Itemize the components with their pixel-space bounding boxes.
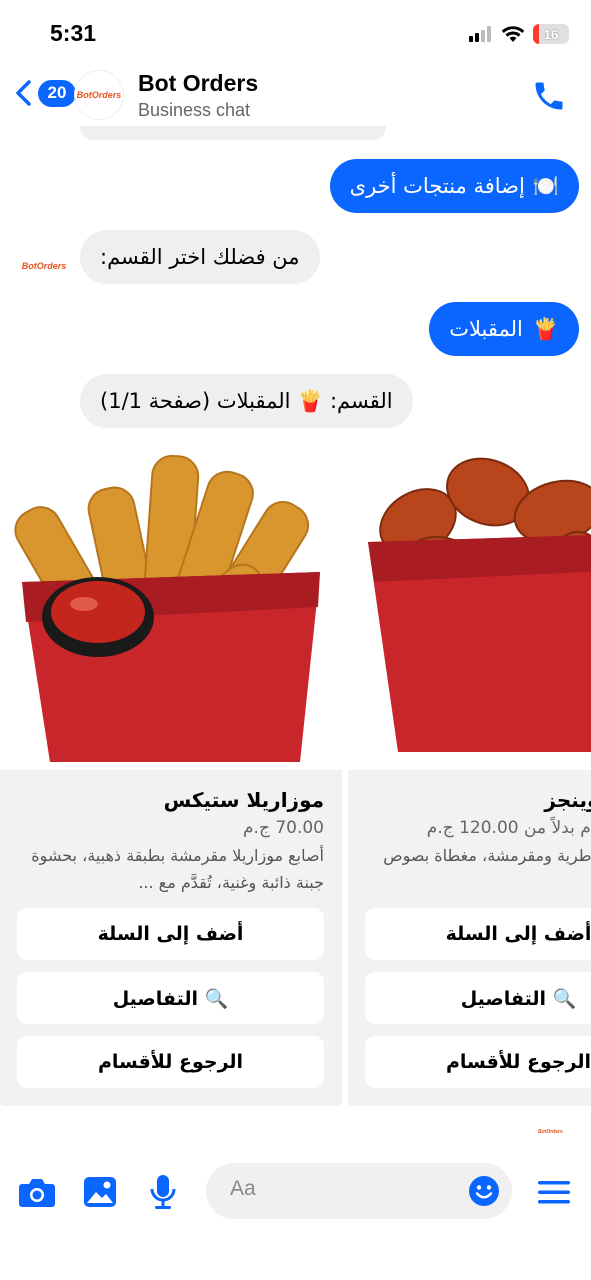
message-text: المقبلات: [449, 317, 523, 341]
back-button[interactable]: 20: [12, 78, 76, 108]
message-input[interactable]: Aa: [206, 1163, 512, 1219]
fries-emoji-icon: 🍟: [532, 316, 559, 341]
product-price: 70.00 ج.م: [243, 818, 324, 838]
gallery-button[interactable]: [80, 1172, 120, 1212]
business-logo: BotOrders: [76, 90, 122, 100]
incoming-message[interactable]: القسم: 🍟 المقبلات (صفحة 1/1): [80, 374, 413, 428]
product-carousel[interactable]: موزاريلا ستيكس 70.00 ج.م أصابع موزاريلا …: [0, 432, 591, 1108]
wifi-icon: [501, 26, 525, 42]
hamburger-menu-icon: [538, 1181, 570, 1204]
composer-bar: Aa: [0, 1150, 591, 1230]
voice-button[interactable]: [143, 1172, 183, 1212]
outgoing-message[interactable]: 🍽️ إضافة منتجات أخرى: [329, 159, 579, 213]
message-text: إضافة منتجات أخرى: [349, 174, 525, 198]
phone-icon[interactable]: [531, 78, 567, 114]
battery-indicator: 16: [533, 24, 569, 44]
back-to-categories-button[interactable]: الرجوع للأقسام: [365, 1036, 591, 1088]
details-button[interactable]: 🔍 التفاصيل: [365, 972, 591, 1024]
bot-logo: BotOrders: [21, 261, 67, 271]
bot-logo: BotOrders: [538, 1129, 563, 1135]
message-text: القسم: 🍟 المقبلات (صفحة 1/1): [100, 388, 393, 413]
message-input-placeholder: Aa: [230, 1177, 256, 1200]
product-card: تشيكن وينجز 110.00 ج.م بدلاً من 120.00 ج…: [348, 432, 591, 1106]
image-icon: [84, 1177, 116, 1207]
bot-small-avatar: BotOrders: [538, 1118, 563, 1136]
chat-title[interactable]: Bot Orders: [138, 70, 258, 97]
chat-header: 20 BotOrders Bot Orders Business chat: [0, 64, 591, 126]
product-details: موزاريلا ستيكس 70.00 ج.م أصابع موزاريلا …: [0, 770, 342, 1088]
incoming-message[interactable]: من فضلك اختر القسم:: [80, 230, 320, 284]
microphone-icon: [150, 1175, 176, 1209]
business-avatar[interactable]: BotOrders: [74, 70, 124, 120]
status-bar: 5:31 16: [0, 0, 591, 64]
battery-level: 16: [543, 26, 559, 42]
add-to-cart-button[interactable]: أضف إلى السلة: [365, 908, 591, 960]
product-description: أصابع موزاريلا مقرمشة بطبقة ذهبية، بحشوة…: [31, 846, 324, 892]
product-image-mozzarella: [0, 432, 342, 770]
message-text: من فضلك اختر القسم:: [100, 245, 300, 269]
previous-message-bubble: [80, 126, 386, 140]
add-to-cart-button[interactable]: أضف إلى السلة: [17, 908, 324, 960]
product-details: تشيكن وينجز 110.00 ج.م بدلاً من 120.00 ج…: [348, 770, 591, 1088]
chat-subtitle: Business chat: [138, 100, 251, 120]
product-name: تشيكن وينجز: [544, 788, 591, 812]
product-price: 110.00 ج.م بدلاً من 120.00 ج.م: [426, 818, 591, 838]
cellular-signal-icon: [469, 26, 491, 42]
camera-icon: [19, 1179, 55, 1207]
smiley-icon[interactable]: [468, 1175, 500, 1207]
unread-count-badge: 20: [38, 79, 76, 107]
plate-emoji-icon: 🍽️: [532, 173, 559, 198]
camera-button[interactable]: [17, 1172, 57, 1212]
menu-button[interactable]: [534, 1172, 574, 1212]
product-description: أجنحة دجاج طرية ومقرمشة، مغطاة بصوص غني …: [383, 846, 591, 865]
status-time: 5:31: [50, 20, 97, 46]
status-icons: 16: [469, 24, 569, 44]
product-card: موزاريلا ستيكس 70.00 ج.م أصابع موزاريلا …: [0, 432, 342, 1106]
bot-avatar: BotOrders: [21, 256, 67, 276]
product-image-wings: [348, 432, 591, 770]
back-to-categories-button[interactable]: الرجوع للأقسام: [17, 1036, 324, 1088]
outgoing-message[interactable]: 🍟 المقبلات: [429, 302, 579, 356]
message-list[interactable]: 🍽️ إضافة منتجات أخرى BotOrders من فضلك ا…: [0, 126, 591, 1136]
chevron-left-icon: [16, 80, 31, 106]
product-name: موزاريلا ستيكس: [163, 788, 324, 812]
details-button[interactable]: 🔍 التفاصيل: [17, 972, 324, 1024]
